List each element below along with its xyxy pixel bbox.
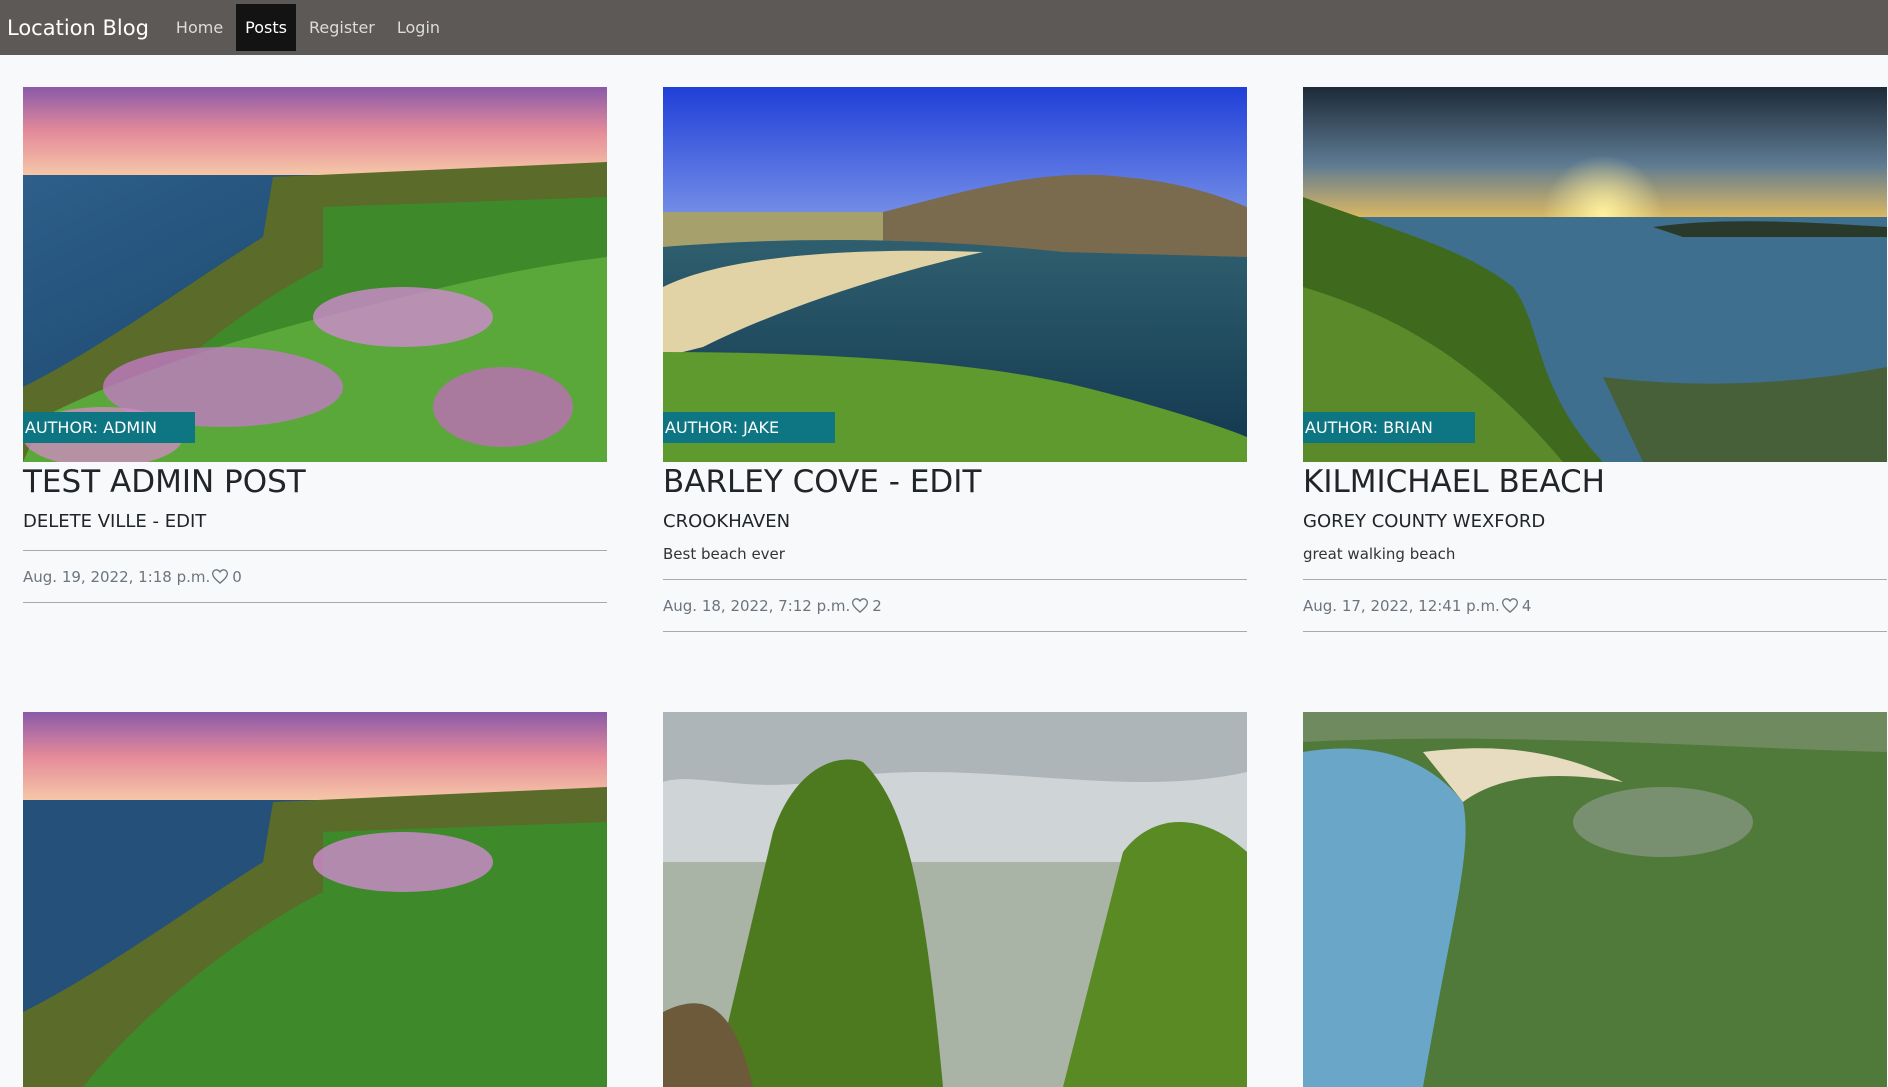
post-meta: Aug. 19, 2022, 1:18 p.m. 0 <box>23 551 607 602</box>
post-image[interactable] <box>23 712 607 1087</box>
post-image[interactable]: AUTHOR: BRIAN <box>1303 87 1887 462</box>
author-badge: AUTHOR: JAKE <box>663 412 835 443</box>
posts-grid: AUTHOR: ADMIN TEST ADMIN POST DELETE VIL… <box>23 87 1887 1087</box>
navbar: Location Blog Home Posts Register Login <box>0 0 1888 55</box>
post-image[interactable]: AUTHOR: ADMIN <box>23 87 607 462</box>
post-description: Best beach ever <box>663 545 785 563</box>
cliff-flowers-image <box>23 712 607 1087</box>
cove-beach-image <box>663 87 1247 462</box>
brand-link[interactable]: Location Blog <box>7 16 149 40</box>
post-location: CROOKHAVEN <box>663 511 791 532</box>
author-badge: AUTHOR: BRIAN <box>1303 412 1475 443</box>
like-count: 0 <box>232 567 242 586</box>
cliff-flowers-image <box>23 87 607 462</box>
nav-posts-link[interactable]: Posts <box>236 4 296 51</box>
nav-home-link[interactable]: Home <box>167 4 232 51</box>
author-badge: AUTHOR: ADMIN <box>23 412 195 443</box>
post-title[interactable]: TEST ADMIN POST <box>23 463 607 501</box>
post-meta: Aug. 18, 2022, 7:12 p.m. 2 <box>663 580 1247 631</box>
post-title[interactable]: KILMICHAEL BEACH <box>1303 463 1887 501</box>
post-card[interactable]: AUTHOR: JAKE BARLEY COVE - EDIT CROOKHAV… <box>663 87 1247 632</box>
like-count: 4 <box>1521 596 1532 615</box>
post-date: Aug. 19, 2022, 1:18 p.m. <box>23 567 211 586</box>
heart-icon[interactable] <box>852 598 869 613</box>
post-card[interactable]: AUTHOR: ADMIN TEST ADMIN POST DELETE VIL… <box>23 87 607 632</box>
like-count: 2 <box>872 596 882 615</box>
divider <box>663 631 1247 632</box>
post-date: Aug. 17, 2022, 12:41 p.m. <box>1303 596 1500 615</box>
post-location: DELETE VILLE - EDIT <box>23 511 207 532</box>
post-description: great walking beach <box>1303 545 1456 563</box>
post-image[interactable] <box>1303 712 1887 1087</box>
post-title[interactable]: BARLEY COVE - EDIT <box>663 463 1247 501</box>
heart-icon[interactable] <box>212 569 229 584</box>
heart-icon[interactable] <box>1501 598 1518 613</box>
nav-register-link[interactable]: Register <box>300 4 384 51</box>
post-meta: Aug. 17, 2022, 12:41 p.m. 4 <box>1303 580 1887 631</box>
post-location: GOREY COUNTY WEXFORD <box>1303 511 1546 532</box>
post-card[interactable]: AUTHOR: BRIAN KILMICHAEL BEACH GOREY COU… <box>1303 87 1887 632</box>
post-card[interactable] <box>1303 712 1887 1087</box>
post-card[interactable] <box>23 712 607 1087</box>
post-image[interactable] <box>663 712 1247 1087</box>
coast-sunset-image <box>1303 87 1887 462</box>
divider <box>1303 631 1887 632</box>
green-rocks-image <box>663 712 1247 1087</box>
post-card[interactable] <box>663 712 1247 1087</box>
nav-login-link[interactable]: Login <box>388 4 449 51</box>
post-date: Aug. 18, 2022, 7:12 p.m. <box>663 596 851 615</box>
aerial-coastline-image <box>1303 712 1887 1087</box>
divider <box>23 602 607 603</box>
post-image[interactable]: AUTHOR: JAKE <box>663 87 1247 462</box>
